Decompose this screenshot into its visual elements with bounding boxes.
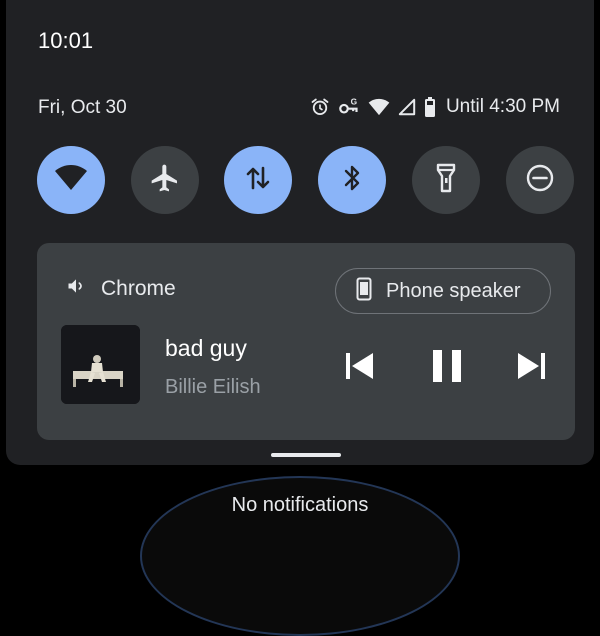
mobile-data-tile[interactable] — [224, 146, 292, 214]
bluetooth-icon — [340, 163, 364, 198]
vpn-key-icon: G — [338, 97, 360, 117]
pause-button[interactable] — [430, 349, 464, 387]
cell-signal-icon — [398, 98, 416, 116]
dnd-icon — [525, 163, 555, 198]
next-track-button[interactable] — [515, 351, 549, 385]
previous-track-button[interactable] — [342, 351, 376, 385]
album-art — [61, 325, 140, 404]
notification-shade: 10:01 Fri, Oct 30 G Until 4:30 PM Chrome… — [6, 0, 594, 465]
date-label[interactable]: Fri, Oct 30 — [38, 97, 127, 119]
skip-previous-icon — [344, 351, 374, 386]
volume-icon — [65, 276, 87, 301]
flashlight-tile[interactable] — [412, 146, 480, 214]
output-device-button[interactable]: Phone speaker — [335, 268, 551, 314]
media-app-name: Chrome — [101, 276, 176, 300]
status-icons: G Until 4:30 PM — [310, 96, 560, 118]
status-bar-clock: 10:01 — [38, 28, 94, 53]
flashlight-icon — [435, 163, 457, 198]
quick-settings-row — [37, 146, 574, 214]
shade-drag-handle[interactable] — [271, 453, 341, 457]
wifi-tile[interactable] — [37, 146, 105, 214]
battery-estimate: Until 4:30 PM — [445, 96, 560, 117]
media-player-card[interactable]: Chrome Phone speaker bad guy Billie Eili… — [37, 243, 575, 440]
output-device-label: Phone speaker — [386, 279, 521, 302]
wifi-icon — [54, 164, 88, 197]
airplane-icon — [149, 162, 181, 199]
pause-icon — [432, 349, 462, 387]
no-notifications-text: No notifications — [231, 494, 369, 516]
bluetooth-tile[interactable] — [318, 146, 386, 214]
alarm-icon — [310, 97, 330, 117]
battery-icon — [424, 97, 436, 117]
media-app-row: Chrome — [65, 276, 176, 301]
do-not-disturb-tile[interactable] — [506, 146, 574, 214]
track-title: bad guy — [165, 335, 247, 361]
track-artist: Billie Eilish — [165, 376, 261, 398]
svg-text:G: G — [351, 97, 357, 107]
wifi-signal-icon — [368, 98, 390, 116]
skip-next-icon — [517, 351, 547, 386]
phone-icon — [356, 277, 372, 306]
airplane-mode-tile[interactable] — [131, 146, 199, 214]
data-transfer-icon — [245, 164, 271, 197]
